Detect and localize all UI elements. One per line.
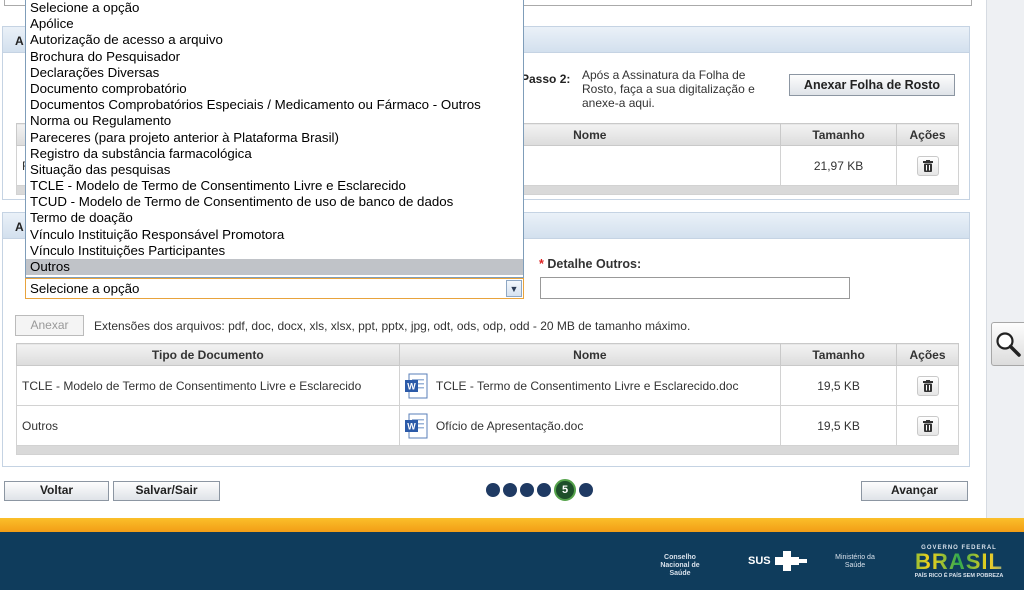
trash-icon — [922, 419, 933, 432]
table-row: Outros W Ofício de Apresentação.doc 19,5… — [16, 405, 959, 446]
dropdown-option[interactable]: Selecione a opção — [26, 0, 523, 16]
logo-conselho-nacional: Conselho Nacional de Saúde — [660, 554, 700, 577]
step-dot-3[interactable] — [520, 483, 534, 497]
table-row: TCLE - Modelo de Termo de Consentimento … — [16, 365, 959, 406]
dropdown-option[interactable]: TCLE - Modelo de Termo de Consentimento … — [26, 178, 523, 194]
row-type: Outros — [16, 405, 400, 446]
dropdown-arrow-icon[interactable]: ▼ — [506, 280, 522, 297]
dropdown-option[interactable]: Brochura do Pesquisador — [26, 49, 523, 65]
dropdown-option[interactable]: Registro da substância farmacológica — [26, 146, 523, 162]
dropdown-option[interactable]: Autorização de acesso a arquivo — [26, 32, 523, 48]
document-type-select[interactable]: Selecione a opção ▼ — [25, 278, 524, 299]
word-doc-icon: W — [404, 413, 428, 438]
sus-text: SUS — [748, 555, 771, 567]
col-acoes: Ações — [896, 343, 959, 366]
row-name-cell: W TCLE - Termo de Consentimento Livre e … — [398, 365, 782, 406]
table-footer-bar — [16, 445, 959, 455]
dropdown-option[interactable]: Vínculo Instituição Responsável Promotor… — [26, 227, 523, 243]
dropdown-option[interactable]: Documentos Comprobatórios Especiais / Me… — [26, 97, 523, 113]
row-name-cell: W Ofício de Apresentação.doc — [398, 405, 782, 446]
row-actions — [896, 405, 959, 446]
delete-button[interactable] — [916, 155, 939, 176]
dropdown-option[interactable]: Apólice — [26, 16, 523, 32]
step-dot-2[interactable] — [503, 483, 517, 497]
detail-outros-text: Detalhe Outros: — [547, 257, 642, 271]
sus-cross-icon — [774, 551, 807, 571]
svg-text:W: W — [407, 421, 416, 431]
delete-button[interactable] — [916, 415, 939, 436]
next-button[interactable]: Avançar — [861, 481, 968, 501]
brasil-bottom: PAÍS RICO É PAÍS SEM POBREZA — [914, 573, 1004, 579]
attach-folha-rosto-button[interactable]: Anexar Folha de Rosto — [789, 74, 955, 96]
logo-brasil: GOVERNO FEDERAL BRASIL PAÍS RICO É PAÍS … — [900, 545, 1018, 579]
word-doc-icon: W — [404, 373, 428, 398]
document-type-dropdown-list[interactable]: Selecione a opção Apólice Autorização de… — [25, 0, 524, 278]
svg-text:W: W — [407, 381, 416, 391]
step-pager: 5 — [486, 478, 593, 502]
dropdown-option[interactable]: Declarações Diversas — [26, 65, 523, 81]
magnifier-icon — [996, 332, 1021, 357]
delete-button[interactable] — [916, 375, 939, 396]
select-value: Selecione a opção — [30, 281, 140, 296]
dropdown-option[interactable]: Vínculo Instituições Participantes — [26, 243, 523, 259]
passo2-text: Após a Assinatura da Folha de Rosto, faç… — [582, 68, 755, 110]
panel-title: A — [15, 34, 24, 48]
footer-stripe — [0, 518, 1024, 532]
file-link[interactable]: TCLE - Termo de Consentimento Livre e Es… — [436, 379, 739, 393]
footer: Conselho Nacional de Saúde SUS Ministéri… — [0, 532, 1024, 590]
detail-outros-label: * Detalhe Outros: — [539, 257, 641, 271]
dropdown-option[interactable]: Termo de doação — [26, 210, 523, 226]
panel-title: A — [15, 220, 24, 234]
magnifier-tool[interactable] — [991, 322, 1024, 366]
dropdown-option[interactable]: TCUD - Modelo de Termo de Consentimento … — [26, 194, 523, 210]
step-current: 5 — [554, 479, 576, 501]
brasil-main: BRASIL — [900, 551, 1018, 573]
row-size: 19,5 KB — [780, 365, 898, 406]
step-dot-4[interactable] — [537, 483, 551, 497]
dropdown-option[interactable]: Norma ou Regulamento — [26, 113, 523, 129]
col-tipo-documento: Tipo de Documento — [16, 343, 400, 366]
dropdown-option[interactable]: Documento comprobatório — [26, 81, 523, 97]
right-gutter — [986, 0, 1024, 518]
detail-outros-input[interactable] — [540, 277, 850, 299]
passo2-label: Passo 2: — [521, 72, 571, 86]
row-type: TCLE - Modelo de Termo de Consentimento … — [16, 365, 400, 406]
row-actions — [896, 145, 959, 186]
dropdown-option[interactable]: Situação das pesquisas — [26, 162, 523, 178]
row-actions — [896, 365, 959, 406]
col-nome: Nome — [398, 343, 782, 366]
row-size: 19,5 KB — [780, 405, 898, 446]
col-tamanho: Tamanho — [780, 123, 897, 146]
save-exit-button[interactable]: Salvar/Sair — [113, 481, 220, 501]
documents-table: Tipo de Documento Nome Tamanho Ações TCL… — [16, 343, 959, 455]
required-mark: * — [539, 257, 544, 271]
col-tamanho: Tamanho — [780, 343, 898, 366]
col-acoes: Ações — [896, 123, 959, 146]
trash-icon — [922, 159, 933, 172]
logo-ministerio-saude: Ministério da Saúde — [835, 554, 875, 569]
logo-sus: SUS — [748, 550, 807, 572]
dropdown-option-highlighted[interactable]: Outros — [26, 259, 523, 276]
dropdown-option[interactable]: Pareceres (para projeto anterior à Plata… — [26, 130, 523, 146]
trash-icon — [922, 379, 933, 392]
row-size: 21,97 KB — [780, 145, 897, 186]
back-button[interactable]: Voltar — [4, 481, 109, 501]
step-dot-6[interactable] — [579, 483, 593, 497]
extensions-info: Extensões dos arquivos: pdf, doc, docx, … — [94, 319, 691, 333]
step-dot-1[interactable] — [486, 483, 500, 497]
file-link[interactable]: Ofício de Apresentação.doc — [436, 419, 583, 433]
attach-button[interactable]: Anexar — [15, 315, 84, 336]
